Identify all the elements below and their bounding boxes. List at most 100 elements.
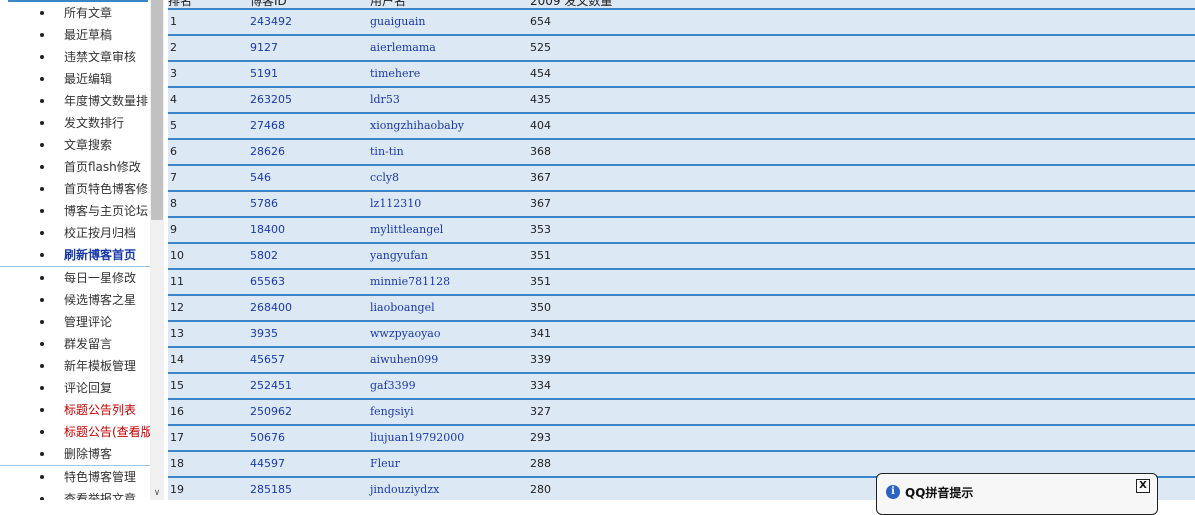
scroll-down-arrow-icon[interactable]: ∨ <box>150 486 164 500</box>
username-link[interactable]: minnie781128 <box>370 269 530 296</box>
blog-id-link[interactable]: 5802 <box>250 243 370 270</box>
blog-id-link[interactable]: 65563 <box>250 269 370 296</box>
sidebar-menu: 所有文章 最近草稿 违禁文章审核 最近编辑 年度博文数量排 发文数排行 文章搜索… <box>0 2 150 500</box>
sidebar-item-banned-review[interactable]: 违禁文章审核 <box>0 46 150 68</box>
blog-id-link[interactable]: 243492 <box>250 9 370 36</box>
bullet-icon <box>40 452 44 456</box>
sidebar-item-recent-drafts[interactable]: 最近草稿 <box>0 24 150 46</box>
sidebar-item-comment-reply[interactable]: 评论回复 <box>0 377 150 399</box>
sidebar-item-featured-manage[interactable]: 特色博客管理 <box>0 466 150 488</box>
username-link[interactable]: liujuan19792000 <box>370 425 530 452</box>
sidebar-item-label: 新年模板管理 <box>64 359 137 373</box>
sidebar-item-candidate-star[interactable]: 候选博客之星 <box>0 289 150 311</box>
sidebar-item-manage-comments[interactable]: 管理评论 <box>0 311 150 333</box>
username-link[interactable]: gaf3399 <box>370 373 530 400</box>
blog-id-link[interactable]: 18400 <box>250 217 370 244</box>
table-row: 13 3935 wwzpyaoyao 341 <box>168 321 1195 348</box>
rank-cell: 9 <box>168 217 250 244</box>
sidebar-item-recent-edits[interactable]: 最近编辑 <box>0 68 150 90</box>
header-username: 用户名 <box>370 0 530 10</box>
username-link[interactable]: jindouziydzx <box>370 477 530 500</box>
bullet-icon <box>40 386 44 390</box>
username-link[interactable]: lz112310 <box>370 191 530 218</box>
sidebar-item-template-manage[interactable]: 新年模板管理 <box>0 355 150 377</box>
blog-id-link[interactable]: 268400 <box>250 295 370 322</box>
count-cell: 368 <box>530 139 1195 166</box>
sidebar-item-label: 标题公告(查看版 <box>64 425 150 439</box>
username-link[interactable]: mylittleangel <box>370 217 530 244</box>
blog-id-link[interactable]: 27468 <box>250 113 370 140</box>
username-link[interactable]: fengsiyi <box>370 399 530 426</box>
blog-id-link[interactable]: 546 <box>250 165 370 192</box>
blog-id-link[interactable]: 285185 <box>250 477 370 500</box>
count-cell: 339 <box>530 347 1195 374</box>
blog-id-link[interactable]: 5786 <box>250 191 370 218</box>
sidebar-item-daily-star[interactable]: 每日一星修改 <box>0 267 150 289</box>
sidebar-item-monthly-archive[interactable]: 校正按月归档 <box>0 222 150 244</box>
rank-cell: 16 <box>168 399 250 426</box>
sidebar-item-blog-forum[interactable]: 博客与主页论坛 <box>0 200 150 222</box>
close-icon[interactable]: X <box>1136 479 1150 493</box>
sidebar-item-mass-message[interactable]: 群发留言 <box>0 333 150 355</box>
blog-id-link[interactable]: 3935 <box>250 321 370 348</box>
username-link[interactable]: liaoboangel <box>370 295 530 322</box>
blog-id-link[interactable]: 263205 <box>250 87 370 114</box>
sidebar-item-annual-ranking[interactable]: 年度博文数量排 <box>0 90 150 112</box>
blog-id-link[interactable]: 250962 <box>250 399 370 426</box>
sidebar-item-label: 候选博客之星 <box>64 293 137 307</box>
username-link[interactable]: wwzpyaoyao <box>370 321 530 348</box>
rank-cell: 7 <box>168 165 250 192</box>
username-link[interactable]: guaiguain <box>370 9 530 36</box>
sidebar-item-label: 所有文章 <box>64 6 113 20</box>
username-link[interactable]: ldr53 <box>370 87 530 114</box>
bullet-icon <box>40 408 44 412</box>
sidebar-item-label: 查看举报文章 <box>64 492 137 500</box>
rank-cell: 6 <box>168 139 250 166</box>
username-link[interactable]: xiongzhihaobaby <box>370 113 530 140</box>
bullet-icon <box>40 298 44 302</box>
sidebar-item-delete-blog[interactable]: 删除博客 <box>0 443 150 466</box>
sidebar-scrollbar[interactable]: ∨ <box>150 0 164 500</box>
username-link[interactable]: timehere <box>370 61 530 88</box>
count-cell: 351 <box>530 243 1195 270</box>
sidebar-item-featured-edit[interactable]: 首页特色博客修 <box>0 178 150 200</box>
ranking-table: 排名 博客ID 用户名 2009 发文数量 1 243492 guaiguain 65… <box>168 0 1195 500</box>
username-link[interactable]: yangyufan <box>370 243 530 270</box>
sidebar-nav: 所有文章 最近草稿 违禁文章审核 最近编辑 年度博文数量排 发文数排行 文章搜索… <box>0 0 150 500</box>
sidebar-item-label: 校正按月归档 <box>64 226 137 240</box>
rank-cell: 2 <box>168 35 250 62</box>
count-cell: 654 <box>530 9 1195 36</box>
blog-id-link[interactable]: 45657 <box>250 347 370 374</box>
sidebar-item-label: 特色博客管理 <box>64 470 137 484</box>
sidebar-item-flash-edit[interactable]: 首页flash修改 <box>0 156 150 178</box>
blog-id-link[interactable]: 5191 <box>250 61 370 88</box>
blog-id-link[interactable]: 28626 <box>250 139 370 166</box>
username-link[interactable]: aiwuhen099 <box>370 347 530 374</box>
blog-id-link[interactable]: 50676 <box>250 425 370 452</box>
table-row: 7 546 ccly8 367 <box>168 165 1195 192</box>
blog-id-link[interactable]: 9127 <box>250 35 370 62</box>
rank-cell: 3 <box>168 61 250 88</box>
sidebar-item-label: 删除博客 <box>64 447 113 461</box>
username-link[interactable]: tin-tin <box>370 139 530 166</box>
scrollbar-thumb[interactable] <box>151 0 163 220</box>
sidebar-item-label: 最近编辑 <box>64 72 113 86</box>
sidebar-item-announcement-view[interactable]: 标题公告(查看版 <box>0 421 150 443</box>
blog-id-link[interactable]: 44597 <box>250 451 370 478</box>
username-link[interactable]: ccly8 <box>370 165 530 192</box>
table-row: 10 5802 yangyufan 351 <box>168 243 1195 270</box>
username-link[interactable]: Fleur <box>370 451 530 478</box>
username-link[interactable]: aierlemama <box>370 35 530 62</box>
blog-id-link[interactable]: 252451 <box>250 373 370 400</box>
table-row: 6 28626 tin-tin 368 <box>168 139 1195 166</box>
sidebar-item-refresh-home[interactable]: 刷新博客首页 <box>0 244 150 267</box>
count-cell: 293 <box>530 425 1195 452</box>
rank-cell: 14 <box>168 347 250 374</box>
sidebar-item-report-articles[interactable]: 查看举报文章 <box>0 488 150 500</box>
sidebar-item-label: 违禁文章审核 <box>64 50 137 64</box>
sidebar-item-post-ranking[interactable]: 发文数排行 <box>0 112 150 134</box>
sidebar-item-all-articles[interactable]: 所有文章 <box>0 2 150 24</box>
sidebar-item-article-search[interactable]: 文章搜索 <box>0 134 150 156</box>
bullet-icon <box>40 121 44 125</box>
sidebar-item-announcement-list[interactable]: 标题公告列表 <box>0 399 150 421</box>
